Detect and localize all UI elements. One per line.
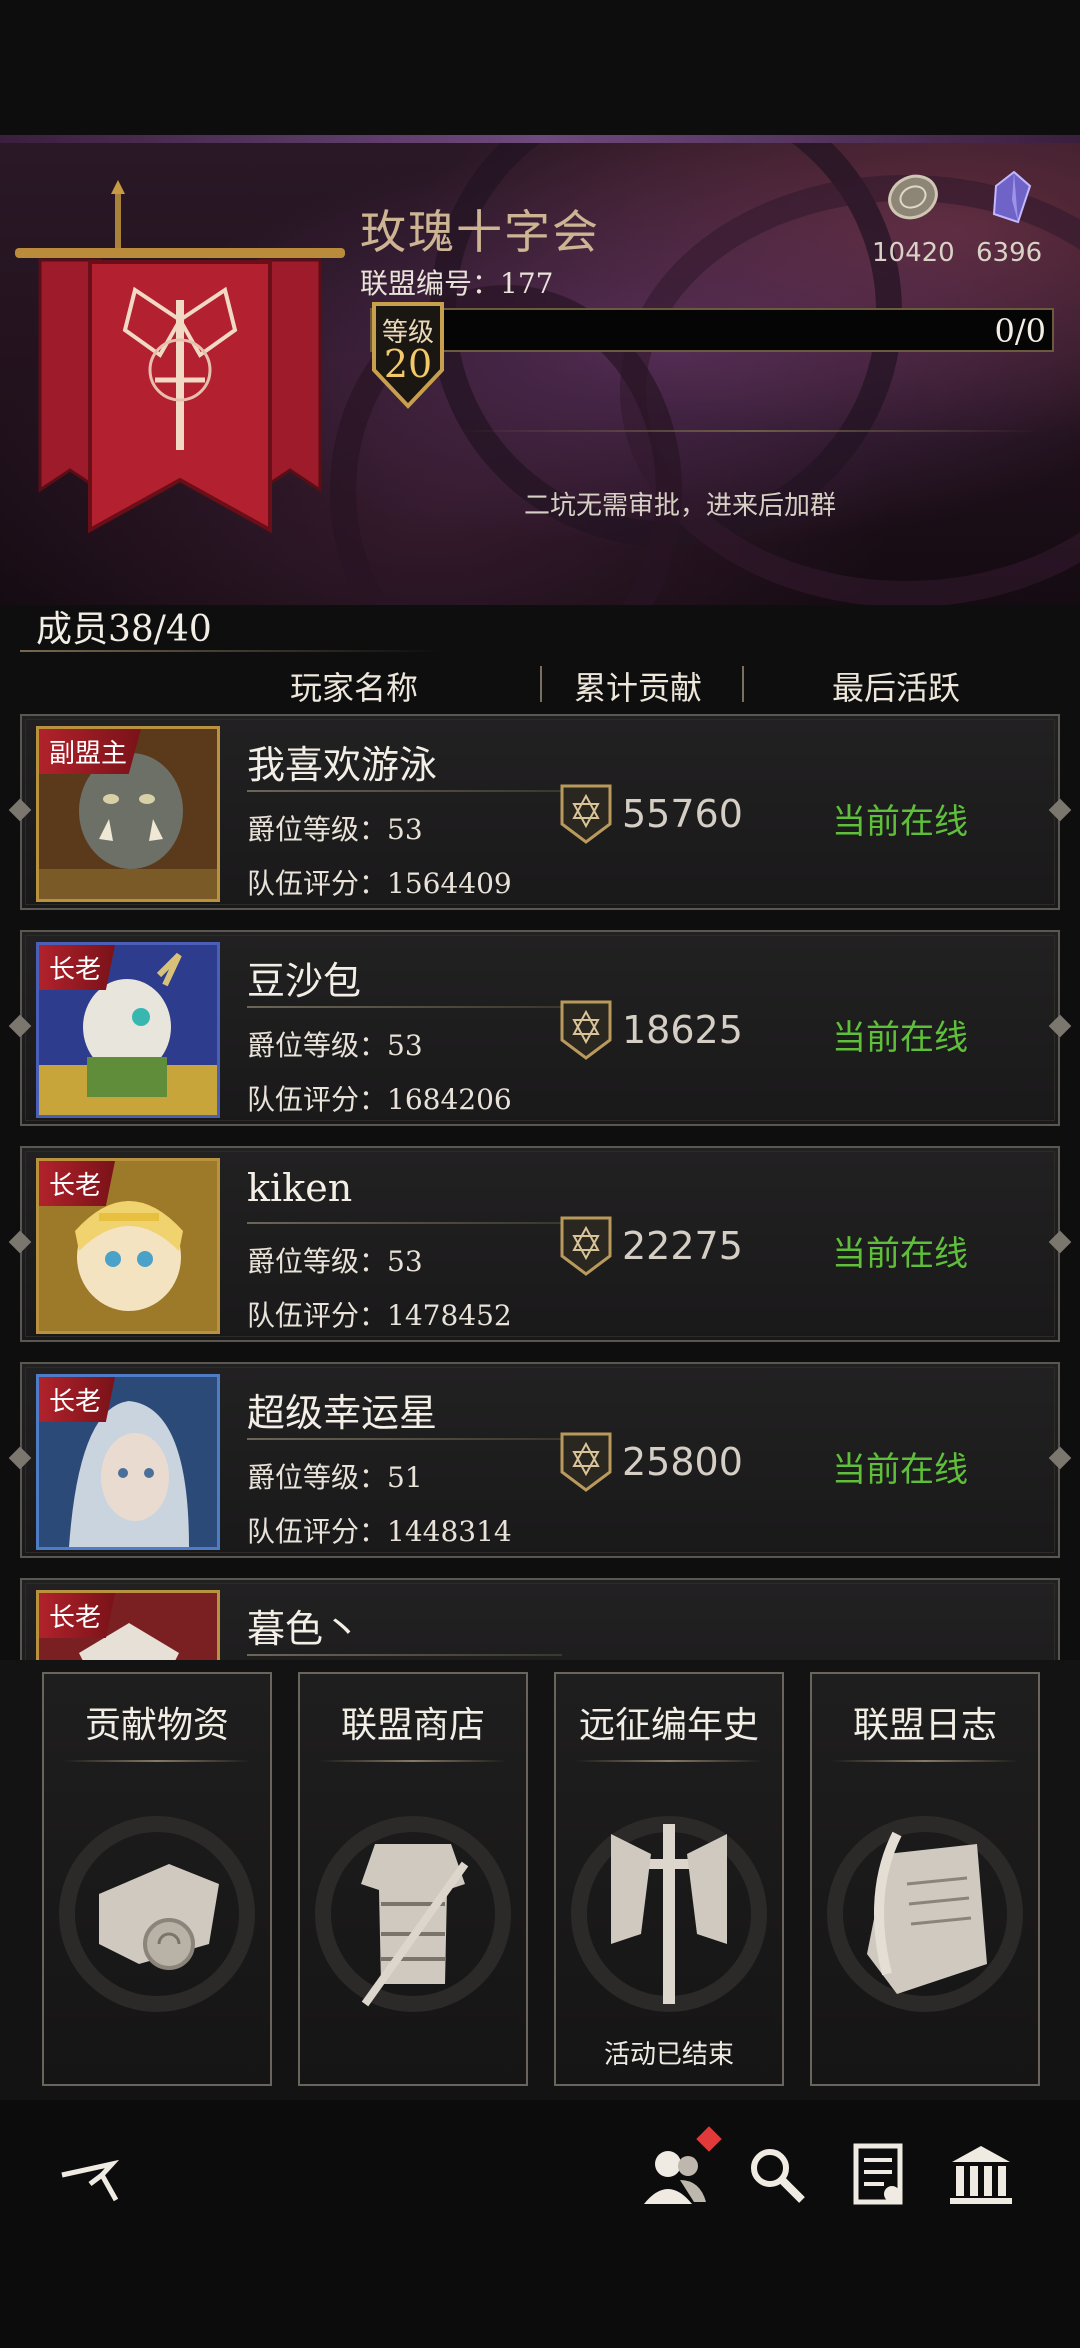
name-underline — [247, 790, 562, 792]
contribution-value: 18625 — [622, 1008, 743, 1052]
member-row[interactable]: 副盟主 我喜欢游泳 爵位等级：53 队伍评分：1564409 55760 当前在… — [8, 714, 1072, 910]
member-name: kiken — [247, 1166, 353, 1210]
online-status: 当前在线 — [832, 1234, 968, 1274]
currency-crystal[interactable]: 6396 — [976, 170, 1042, 268]
contribution-icon — [560, 1216, 612, 1276]
role-tag: 长老 — [39, 1377, 116, 1422]
crystal-icon — [993, 170, 1032, 224]
currency-coin[interactable]: 10420 — [872, 170, 955, 268]
armor-sword-icon — [315, 1816, 511, 2012]
member-team-score: 队伍评分：1478452 — [247, 1299, 512, 1332]
expedition-chronicle-button[interactable]: 远征编年史 活动已结束 — [554, 1672, 784, 2086]
alliance-id: 联盟编号：177 — [360, 267, 554, 300]
name-underline — [247, 1438, 562, 1440]
event-ended-label: 活动已结束 — [603, 2040, 734, 2070]
alliance-name: 玫瑰十字会 — [360, 205, 600, 259]
row-edge-ornament — [8, 1014, 32, 1038]
member-name: 豆沙包 — [247, 959, 362, 1003]
feature-title-divider — [320, 1760, 506, 1762]
member-team-score: 队伍评分：1564409 — [247, 867, 512, 900]
member-name: 超级幸运星 — [247, 1391, 438, 1435]
name-underline — [247, 1006, 562, 1008]
alliance-shop-button[interactable]: 联盟商店 — [298, 1672, 528, 2086]
contribution-icon — [560, 1000, 612, 1060]
avatar[interactable]: 长老 — [36, 1374, 220, 1550]
feature-title-divider — [832, 1760, 1018, 1762]
feature-title: 联盟商店 — [340, 1705, 485, 1746]
role-tag: 长老 — [39, 1593, 116, 1638]
alliance-exp-bar: 0/0 — [370, 308, 1054, 352]
hall-icon[interactable] — [946, 2140, 1016, 2210]
row-edge-ornament — [1048, 1014, 1072, 1038]
column-divider — [742, 666, 744, 702]
member-rank: 爵位等级：53 — [247, 1245, 423, 1278]
avatar[interactable]: 长老 — [36, 942, 220, 1118]
document-icon[interactable] — [844, 2140, 914, 2210]
row-edge-ornament — [1048, 1230, 1072, 1254]
role-tag: 副盟主 — [39, 729, 142, 774]
coin-icon — [888, 174, 939, 220]
column-player-name[interactable]: 玩家名称 — [290, 663, 418, 709]
crystal-value: 6396 — [976, 238, 1043, 268]
members-underline — [20, 650, 440, 652]
name-underline — [247, 1222, 562, 1224]
feature-title: 联盟日志 — [852, 1705, 997, 1746]
crossed-banners-sword-icon — [571, 1816, 767, 2012]
level-number: 20 — [383, 342, 433, 386]
exp-progress: 0/0 — [994, 312, 1047, 350]
contribute-supplies-button[interactable]: 贡献物资 — [42, 1672, 272, 2086]
feature-title-divider — [576, 1760, 762, 1762]
role-tag: 长老 — [39, 1161, 116, 1206]
alliance-log-button[interactable]: 联盟日志 — [810, 1672, 1040, 2086]
alliance-banner-icon — [15, 180, 345, 534]
member-row[interactable]: 长老 超级幸运星 爵位等级：51 队伍评分：1448314 25800 当前在线 — [8, 1362, 1072, 1558]
role-tag: 长老 — [39, 945, 116, 990]
member-rank: 爵位等级：53 — [247, 1029, 423, 1062]
feature-title-divider — [64, 1760, 250, 1762]
avatar[interactable]: 副盟主 — [36, 726, 220, 902]
search-icon[interactable] — [742, 2140, 812, 2210]
member-team-score: 队伍评分：1448314 — [247, 1515, 512, 1548]
row-edge-ornament — [8, 1446, 32, 1470]
header-divider — [460, 430, 1040, 432]
row-edge-ornament — [8, 1230, 32, 1254]
members-count: 成员38/40 — [36, 609, 212, 650]
member-rank: 爵位等级：51 — [247, 1461, 423, 1494]
member-name: 我喜欢游泳 — [247, 743, 438, 787]
online-status: 当前在线 — [832, 802, 968, 842]
alliance-notice: 二坑无需审批，进来后加群 — [523, 491, 836, 521]
status-bar-area — [0, 0, 1080, 130]
member-name: 暮色丶 — [247, 1607, 362, 1651]
online-status: 当前在线 — [832, 1018, 968, 1058]
scroll-map-icon — [59, 1816, 255, 2012]
row-edge-ornament — [1048, 1446, 1072, 1470]
contribution-icon — [560, 784, 612, 844]
back-icon[interactable] — [56, 2140, 126, 2210]
coin-value: 10420 — [872, 238, 955, 268]
header-top-border — [0, 135, 1080, 143]
level-badge: 等级 20 — [370, 300, 446, 410]
contribution-value: 25800 — [622, 1440, 743, 1484]
member-team-score: 队伍评分：1684206 — [247, 1083, 512, 1116]
feature-title: 贡献物资 — [84, 1705, 229, 1746]
column-contribution[interactable]: 累计贡献 — [574, 663, 702, 709]
column-divider — [540, 666, 542, 702]
avatar[interactable]: 长老 — [36, 1158, 220, 1334]
quill-parchment-icon — [827, 1816, 1023, 2012]
member-row[interactable]: 长老 豆沙包 爵位等级：53 队伍评分：1684206 18625 当前在线 — [8, 930, 1072, 1126]
column-last-active[interactable]: 最后活跃 — [832, 663, 960, 709]
feature-title: 远征编年史 — [578, 1705, 759, 1746]
bottom-nav-bar — [0, 2100, 1080, 2348]
online-status: 当前在线 — [832, 1450, 968, 1490]
row-edge-ornament — [8, 798, 32, 822]
member-rank: 爵位等级：53 — [247, 813, 423, 846]
contribution-value: 55760 — [622, 792, 743, 836]
contribution-icon — [560, 1432, 612, 1492]
contribution-value: 22275 — [622, 1224, 743, 1268]
members-icon[interactable] — [640, 2140, 710, 2210]
row-edge-ornament — [1048, 798, 1072, 822]
member-row[interactable]: 长老 kiken 爵位等级：53 队伍评分：1478452 22275 当前在线 — [8, 1146, 1072, 1342]
name-underline — [247, 1654, 562, 1656]
